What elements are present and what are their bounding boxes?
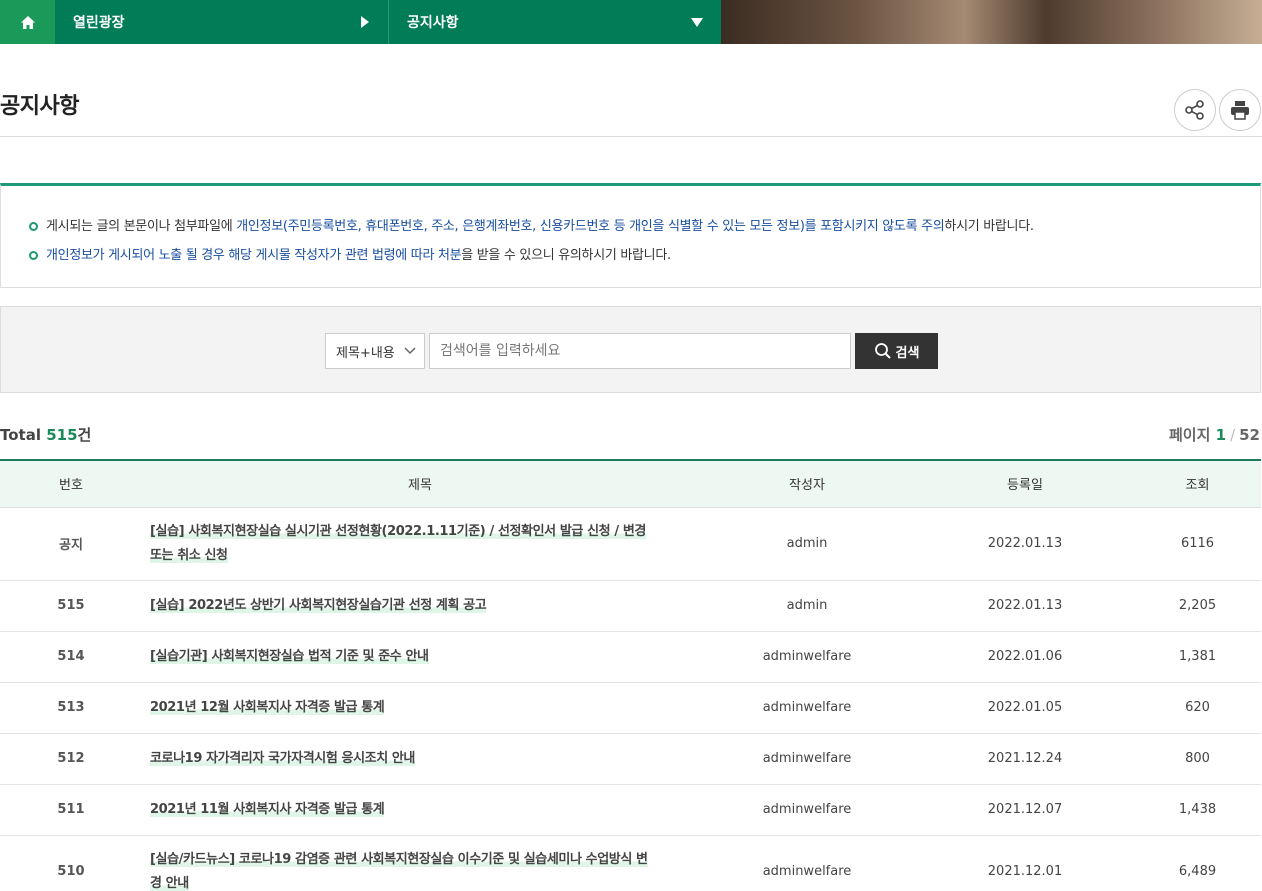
row-views: 800 — [1134, 733, 1261, 785]
row-title-link[interactable]: [실습] 2022년도 상반기 사회복지현장실습기관 선정 계획 공고 — [142, 580, 698, 632]
col-header-date: 등록일 — [916, 460, 1134, 508]
home-icon — [20, 15, 35, 29]
search-input[interactable] — [429, 333, 851, 369]
row-date: 2022.01.06 — [916, 631, 1134, 683]
search-icon — [874, 343, 891, 359]
table-row: 515 [실습] 2022년도 상반기 사회복지현장실습기관 선정 계획 공고 … — [0, 580, 1261, 632]
row-author: adminwelfare — [698, 835, 916, 891]
table-row: 514 [실습기관] 사회복지현장실습 법적 기준 및 준수 안내 adminw… — [0, 631, 1261, 683]
search-type-value: 제목+내용 — [336, 345, 395, 361]
bullet-icon — [29, 251, 38, 260]
row-number: 514 — [0, 631, 142, 683]
row-date: 2022.01.13 — [916, 507, 1134, 581]
print-icon — [1231, 101, 1249, 120]
nav-menu-depth2[interactable]: 공지사항 — [389, 0, 721, 44]
row-author: adminwelfare — [698, 631, 916, 683]
location-bar: 열린광장 공지사항 — [0, 0, 1262, 44]
page-title: 공지사항 — [0, 94, 79, 119]
row-views: 6,489 — [1134, 835, 1261, 891]
search-type-select[interactable]: 제목+내용 — [325, 333, 425, 369]
table-row: 510 [실습/카드뉴스] 코로나19 감염증 관련 사회복지현장실습 이수기준… — [0, 835, 1261, 891]
nav-menu-depth1[interactable]: 열린광장 — [55, 0, 389, 44]
share-icon — [1185, 100, 1204, 120]
col-header-number: 번호 — [0, 460, 142, 508]
notice-line2-text: 개인정보가 게시되어 노출 될 경우 해당 게시물 작성자가 관련 법령에 따라… — [46, 248, 671, 263]
row-author: admin — [698, 507, 916, 581]
title-divider — [0, 136, 1262, 137]
nav-depth2-label: 공지사항 — [407, 15, 459, 31]
row-author: adminwelfare — [698, 682, 916, 734]
row-title-link[interactable]: [실습/카드뉴스] 코로나19 감염증 관련 사회복지현장실습 이수기준 및 실… — [142, 835, 698, 891]
table-row: 511 2021년 11월 사회복지사 자격증 발급 통계 adminwelfa… — [0, 784, 1261, 836]
col-header-author: 작성자 — [698, 460, 916, 508]
caret-right-icon — [361, 16, 369, 28]
row-date: 2022.01.05 — [916, 682, 1134, 734]
notice-line1-text: 게시되는 글의 본문이나 첨부파일에 개인정보(주민등록번호, 휴대폰번호, 주… — [46, 219, 1034, 234]
home-button[interactable] — [0, 0, 55, 44]
row-title-link[interactable]: 2021년 12월 사회복지사 자격증 발급 통계 — [142, 682, 698, 734]
row-number: 515 — [0, 580, 142, 632]
notice-board-table: 번호 제목 작성자 등록일 조회 공지 [실습] 사회복지현장실습 실시기관 선… — [0, 459, 1261, 891]
row-date: 2021.12.24 — [916, 733, 1134, 785]
row-date: 2021.12.01 — [916, 835, 1134, 891]
search-button-label: 검색 — [895, 345, 920, 361]
row-views: 1,438 — [1134, 784, 1261, 836]
share-button[interactable] — [1174, 89, 1216, 131]
table-row: 513 2021년 12월 사회복지사 자격증 발급 통계 adminwelfa… — [0, 682, 1261, 734]
row-number: 511 — [0, 784, 142, 836]
row-title-link[interactable]: [실습] 사회복지현장실습 실시기관 선정현황(2022.1.11기준) / 선… — [142, 507, 698, 581]
row-views: 6116 — [1134, 507, 1261, 581]
row-title-link[interactable]: 2021년 11월 사회복지사 자격증 발급 통계 — [142, 784, 698, 836]
table-row: 공지 [실습] 사회복지현장실습 실시기관 선정현황(2022.1.11기준) … — [0, 507, 1261, 581]
search-button[interactable]: 검색 — [855, 333, 938, 369]
row-number: 513 — [0, 682, 142, 734]
row-number: 공지 — [0, 507, 142, 581]
row-views: 620 — [1134, 682, 1261, 734]
table-row: 512 코로나19 자가격리자 국가자격시험 응시조치 안내 adminwelf… — [0, 733, 1261, 785]
total-count: Total 515건 — [0, 426, 92, 444]
privacy-notice-box: 게시되는 글의 본문이나 첨부파일에 개인정보(주민등록번호, 휴대폰번호, 주… — [0, 183, 1261, 288]
search-area: 제목+내용 검색 — [0, 306, 1261, 393]
header-banner-image — [721, 0, 1262, 44]
row-number: 512 — [0, 733, 142, 785]
nav-depth1-label: 열린광장 — [73, 15, 125, 31]
row-author: adminwelfare — [698, 784, 916, 836]
col-header-views: 조회 — [1134, 460, 1261, 508]
chevron-down-icon — [404, 347, 416, 355]
page-info: 페이지 1/52 — [1168, 426, 1260, 444]
row-number: 510 — [0, 835, 142, 891]
col-header-title: 제목 — [142, 460, 698, 508]
notice-line-2: 개인정보가 게시되어 노출 될 경우 해당 게시물 작성자가 관련 법령에 따라… — [29, 241, 1232, 270]
caret-down-icon — [691, 17, 703, 27]
row-title-link[interactable]: [실습기관] 사회복지현장실습 법적 기준 및 준수 안내 — [142, 631, 698, 683]
row-author: admin — [698, 580, 916, 632]
row-title-link[interactable]: 코로나19 자가격리자 국가자격시험 응시조치 안내 — [142, 733, 698, 785]
row-date: 2021.12.07 — [916, 784, 1134, 836]
print-button[interactable] — [1219, 89, 1261, 131]
row-date: 2022.01.13 — [916, 580, 1134, 632]
row-author: adminwelfare — [698, 733, 916, 785]
bullet-icon — [29, 222, 38, 231]
row-views: 1,381 — [1134, 631, 1261, 683]
table-header-row: 번호 제목 작성자 등록일 조회 — [0, 460, 1261, 508]
notice-line-1: 게시되는 글의 본문이나 첨부파일에 개인정보(주민등록번호, 휴대폰번호, 주… — [29, 212, 1232, 241]
row-views: 2,205 — [1134, 580, 1261, 632]
